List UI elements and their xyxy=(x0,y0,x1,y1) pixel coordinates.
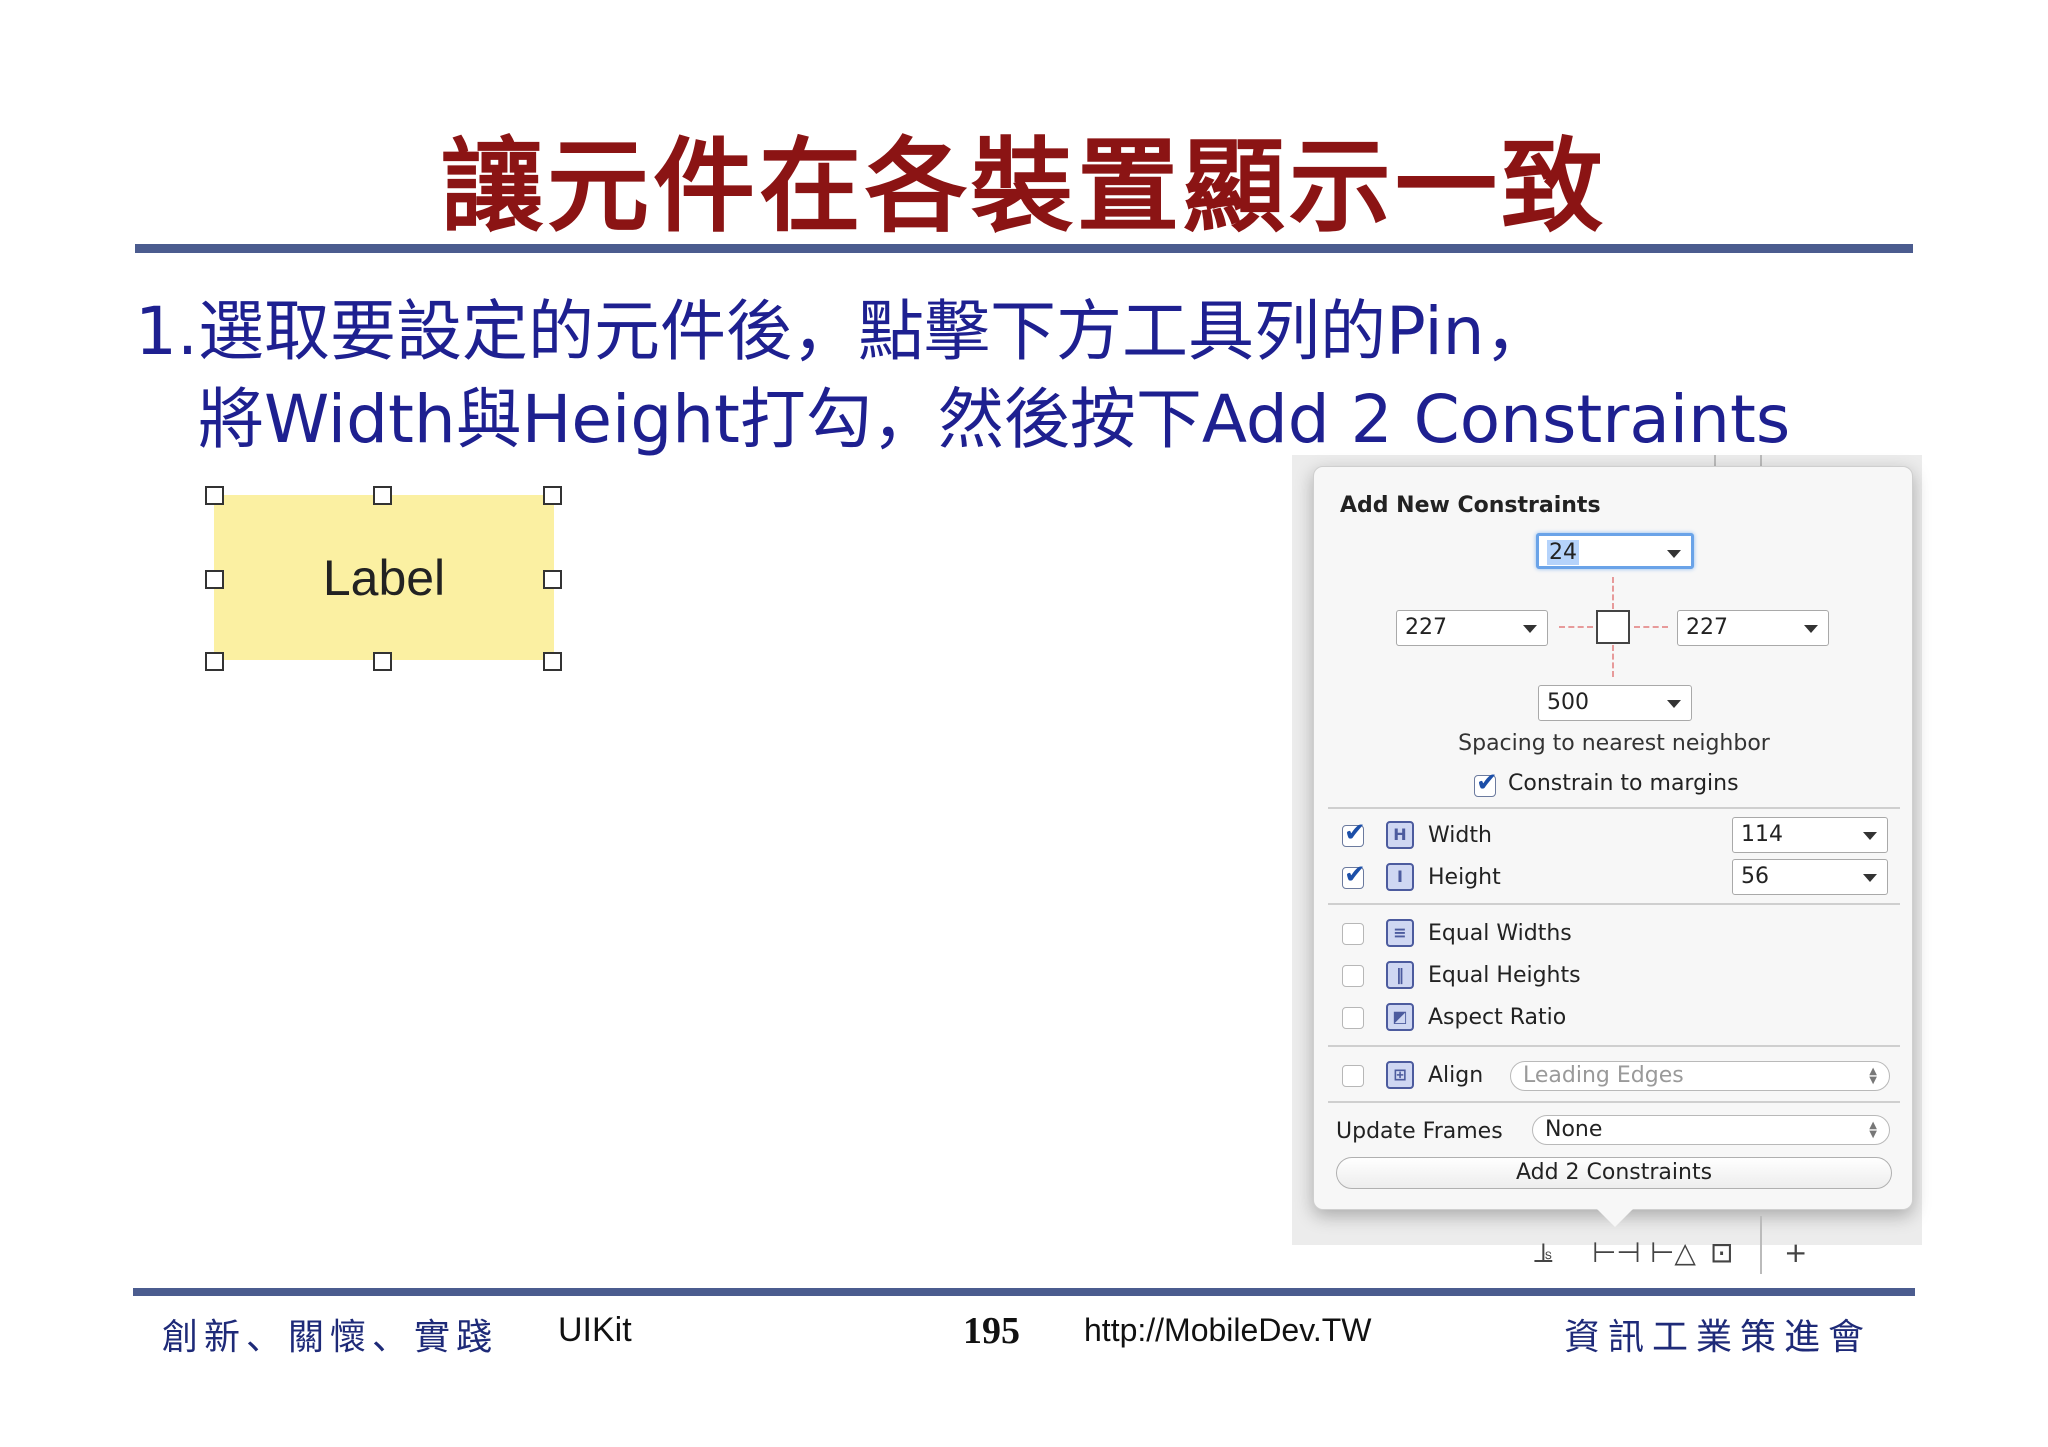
popover-heading: Add New Constraints xyxy=(1340,493,1601,518)
update-frames-value: None xyxy=(1545,1117,1603,1142)
divider xyxy=(1328,1045,1900,1047)
constrain-margins-label: Constrain to margins xyxy=(1508,771,1739,796)
chevron-down-icon xyxy=(1523,625,1537,633)
chevron-down-icon xyxy=(1667,550,1681,558)
chevron-down-icon xyxy=(1667,700,1681,708)
selected-view-square xyxy=(1596,610,1630,644)
page-number: 195 xyxy=(963,1310,1020,1352)
instruction-line-1: 1.選取要設定的元件後，點擊下方工具列的Pin， xyxy=(135,293,1551,370)
resize-handle-bottom-right[interactable] xyxy=(543,652,562,671)
height-value: 56 xyxy=(1741,864,1769,889)
align-checkbox[interactable] xyxy=(1342,1065,1364,1087)
aspect-ratio-checkbox[interactable] xyxy=(1342,1007,1364,1029)
equal-widths-checkbox[interactable] xyxy=(1342,923,1364,945)
footer-url: http://MobileDev.TW xyxy=(1084,1312,1372,1348)
footer-org: 資訊工業策進會 xyxy=(1564,1317,1873,1358)
left-strut[interactable] xyxy=(1559,626,1593,628)
bottom-spacing-value: 500 xyxy=(1547,690,1589,715)
top-spacing-field[interactable]: 24 xyxy=(1536,533,1694,569)
align-icon: ⊞ xyxy=(1386,1061,1414,1089)
footer-motto: 創新、關懷、實踐 xyxy=(162,1317,499,1358)
divider xyxy=(1328,903,1900,905)
align-popup[interactable]: Leading Edges ▲ ▼ xyxy=(1510,1061,1890,1091)
chevron-down-icon xyxy=(1863,832,1877,840)
footer-course: UIKit xyxy=(558,1311,632,1349)
resize-handle-bottom-left[interactable] xyxy=(205,652,224,671)
equal-heights-checkbox[interactable] xyxy=(1342,965,1364,987)
instruction-line-2: 將Width與Height打勾，然後按下Add 2 Constraints xyxy=(198,381,1791,458)
left-spacing-field[interactable]: 227 xyxy=(1396,610,1548,646)
label-widget[interactable]: Label xyxy=(214,495,554,660)
constrain-margins-checkbox[interactable] xyxy=(1474,768,1498,798)
right-spacing-field[interactable]: 227 xyxy=(1677,610,1829,646)
equal-widths-icon: ≡ xyxy=(1386,919,1414,947)
height-icon: I xyxy=(1386,863,1414,891)
right-spacing-value: 227 xyxy=(1686,615,1728,640)
label-widget-text: Label xyxy=(322,549,446,606)
slide-title: 讓元件在各裝置顯示一致 xyxy=(441,127,1607,247)
chevron-down-icon xyxy=(1863,874,1877,882)
height-value-field[interactable]: 56 xyxy=(1732,859,1888,895)
stepper-icon: ▲ ▼ xyxy=(1869,1120,1877,1140)
width-icon: H xyxy=(1386,821,1414,849)
bottom-strut[interactable] xyxy=(1612,645,1614,677)
spacing-caption: Spacing to nearest neighbor xyxy=(1458,731,1770,756)
right-strut[interactable] xyxy=(1634,626,1668,628)
equal-heights-icon: ‖ xyxy=(1386,961,1414,989)
width-checkbox[interactable] xyxy=(1342,818,1366,848)
height-label: Height xyxy=(1428,865,1501,890)
width-label: Width xyxy=(1428,823,1492,848)
top-spacing-value: 24 xyxy=(1547,540,1579,565)
align-label: Align xyxy=(1428,1063,1484,1088)
toolbar-divider xyxy=(1760,1216,1762,1274)
resize-handle-top-right[interactable] xyxy=(543,486,562,505)
aspect-ratio-icon: ◩ xyxy=(1386,1003,1414,1031)
title-divider xyxy=(135,244,1913,253)
width-value-field[interactable]: 114 xyxy=(1732,817,1888,853)
equal-widths-label: Equal Widths xyxy=(1428,921,1572,946)
resize-handle-bottom[interactable] xyxy=(373,652,392,671)
stepper-icon: ▲ ▼ xyxy=(1869,1066,1877,1086)
aspect-ratio-label: Aspect Ratio xyxy=(1428,1005,1567,1030)
update-frames-label: Update Frames xyxy=(1336,1119,1503,1144)
resize-toolbar-icon[interactable]: ⊡ xyxy=(1710,1236,1733,1269)
top-strut[interactable] xyxy=(1612,577,1614,609)
divider xyxy=(1328,1101,1900,1103)
align-value: Leading Edges xyxy=(1523,1063,1684,1088)
footer-divider xyxy=(133,1288,1915,1296)
resize-handle-left[interactable] xyxy=(205,570,224,589)
equal-heights-label: Equal Heights xyxy=(1428,963,1581,988)
pin-toolbar-icon[interactable]: ⊢⊣ xyxy=(1592,1236,1641,1269)
bottom-spacing-field[interactable]: 500 xyxy=(1538,685,1692,721)
add-constraints-button[interactable]: Add 2 Constraints xyxy=(1336,1157,1892,1189)
resolve-toolbar-icon[interactable]: ⊢△ xyxy=(1650,1236,1696,1269)
width-value: 114 xyxy=(1741,822,1783,847)
resize-handle-top[interactable] xyxy=(373,486,392,505)
add-constraints-popover: Add New Constraints 24 227 227 500 Spaci… xyxy=(1313,466,1913,1210)
divider xyxy=(1328,807,1900,809)
plus-icon[interactable]: + xyxy=(1784,1236,1807,1269)
resize-handle-right[interactable] xyxy=(543,570,562,589)
height-checkbox[interactable] xyxy=(1342,860,1366,890)
update-frames-popup[interactable]: None ▲ ▼ xyxy=(1532,1115,1890,1145)
chevron-down-icon xyxy=(1804,625,1818,633)
left-spacing-value: 227 xyxy=(1405,615,1447,640)
popover-arrow xyxy=(1597,1209,1633,1227)
align-toolbar-icon[interactable]: ⫡ xyxy=(1534,1236,1553,1270)
resize-handle-top-left[interactable] xyxy=(205,486,224,505)
